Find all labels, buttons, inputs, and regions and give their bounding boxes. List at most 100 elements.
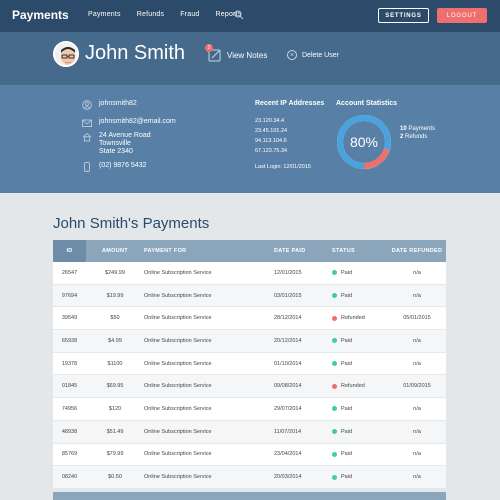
cell-status: Paid [332,338,388,344]
cell-amount: $4.99 [108,337,122,344]
cell-date-paid: 23/04/2014 [274,451,302,458]
donut-percent: 80% [349,134,379,150]
cell-payment-for: Online Subscription Service [144,292,212,299]
table-row[interactable]: 97694 $19.99 Online Subscription Service 03… [53,284,446,308]
cell-amount: $0.50 [108,474,122,481]
address-line-1: 24 Avenue Road [99,132,151,139]
cell-date-paid: 11/07/2014 [274,428,302,435]
cell-payment-for: Online Subscription Service [144,451,212,458]
status-label: Paid [341,405,353,412]
address-line-3: State 2340 [99,148,133,155]
cell-status: Paid [332,429,388,435]
col-id-header[interactable]: ID [53,240,86,262]
email-row: johnsmith82@email.com [82,118,176,128]
cell-date-refunded: n/a [413,428,421,435]
cell-date-paid: 20/03/2014 [274,474,302,481]
nav-item-refunds[interactable]: Refunds [137,11,164,18]
payments-table: ID AMOUNT PAYMENT FOR DATE PAID STATUS D… [53,240,446,489]
nav-item-fraud[interactable]: Fraud [180,11,199,18]
cell-status: Paid [332,474,388,480]
profile-header: John Smith 2 View Notes × Delete User [0,32,500,85]
settings-button[interactable]: SETTINGS [378,8,429,23]
table-row[interactable]: 26547 $249.99 Online Subscription Service 1… [53,262,446,285]
avatar [53,41,79,67]
nav-item-payments[interactable]: Payments [88,11,121,18]
status-label: Paid [341,292,353,299]
delete-user-button[interactable]: × Delete User [287,50,339,60]
table-pagination[interactable] [53,492,446,500]
cell-amount: $69.95 [106,383,124,390]
cell-date-paid: 09/08/2014 [274,383,302,390]
cell-date-refunded: n/a [413,269,421,276]
brand-logo[interactable]: Payments [12,8,69,22]
cell-date-paid: 28/12/2014 [274,315,302,322]
status-dot-icon [332,293,337,299]
status-label: Paid [341,360,353,367]
cell-date-paid: 12/01/2015 [274,269,302,276]
status-label: Paid [341,451,353,458]
phone-icon [84,162,90,172]
username-value: johnsmith82 [99,100,137,107]
status-dot-icon [332,383,337,389]
cell-date-refunded: 01/09/2015 [403,383,431,390]
cell-id: 08240 [61,474,78,481]
cell-id: 01845 [61,383,78,390]
table-row[interactable]: 08240 $0.50 Online Subscription Service 20/… [53,466,446,489]
cell-amount: $19.99 [106,292,124,299]
status-label: Refunded [341,315,365,322]
phone-value: (02) 9876 5432 [99,162,147,169]
mail-icon [82,119,92,127]
status-dot-icon [332,315,337,321]
avatar-face-icon [55,43,77,65]
cell-date-refunded: n/a [413,451,421,458]
username-row: johnsmith82 [82,100,137,110]
close-circle-icon: × [287,50,297,60]
cell-amount: $249.99 [105,269,125,276]
search-icon[interactable] [234,10,244,20]
main-nav: Payments Refunds Fraud Reports [88,11,241,18]
col-for-header[interactable]: PAYMENT FOR [144,248,274,254]
cell-date-refunded: n/a [413,292,421,299]
phone-row: (02) 9876 5432 [82,162,146,172]
table-row[interactable]: 74956 $120 Online Subscription Service 29/0… [53,398,446,421]
refunds-stat: 2 Refunds [400,133,435,141]
email-value[interactable]: johnsmith82@email.com [99,118,176,128]
col-amount-header[interactable]: AMOUNT [86,248,144,254]
table-row[interactable]: 85769 $79.99 Online Subscription Service 23… [53,443,446,467]
col-status-header[interactable]: STATUS [332,248,388,254]
table-row[interactable]: 48938 $51.49 Online Subscription Service 11… [53,420,446,444]
status-dot-icon [332,361,337,367]
col-date-header[interactable]: DATE PAID [274,248,332,254]
cell-status: Refunded [332,315,388,321]
cell-id: 19378 [61,360,78,367]
ip-item: 23.120.34.4 [255,118,285,124]
status-label: Paid [341,474,353,481]
cell-id: 26547 [61,269,78,276]
cell-payment-for: Online Subscription Service [144,269,212,276]
view-notes-button[interactable]: 2 View Notes [205,44,267,62]
cell-payment-for: Online Subscription Service [144,360,212,367]
ip-item: 23.45.101.24 [255,128,288,134]
cell-date-paid: 01/10/2014 [274,360,302,367]
payments-title: John Smith's Payments [53,215,210,232]
last-login: Last Login: 12/01/2015 [255,164,311,170]
cell-amount: $50 [110,315,120,322]
status-dot-icon [332,338,337,344]
cell-date-refunded: n/a [413,360,421,367]
status-dot-icon [332,429,337,435]
ip-list: 23.120.34.4 23.45.101.24 94.113.104.6 67… [255,116,287,156]
cell-date-paid: 29/07/2014 [274,405,302,412]
table-row[interactable]: 39549 $50 Online Subscription Service 28/12… [53,307,446,331]
logout-button[interactable]: LOGOUT [437,8,487,23]
recent-ip-title: Recent IP Addresses [255,100,325,107]
cell-status: Paid [332,293,388,299]
account-stats-title: Account Statistics [336,100,398,107]
cell-payment-for: Online Subscription Service [144,405,212,412]
col-refunded-header[interactable]: DATE REFUNDED [388,248,446,254]
cell-date-refunded: 05/01/2015 [403,315,431,322]
table-row[interactable]: 19378 $1100 Online Subscription Service 01/… [53,352,446,376]
table-row[interactable]: 01845 $69.95 Online Subscription Service 09… [53,375,446,399]
table-row[interactable]: 65938 $4.99 Online Subscription Service 20/… [53,330,446,353]
cell-date-refunded: n/a [413,405,421,412]
status-dot-icon [332,451,337,457]
